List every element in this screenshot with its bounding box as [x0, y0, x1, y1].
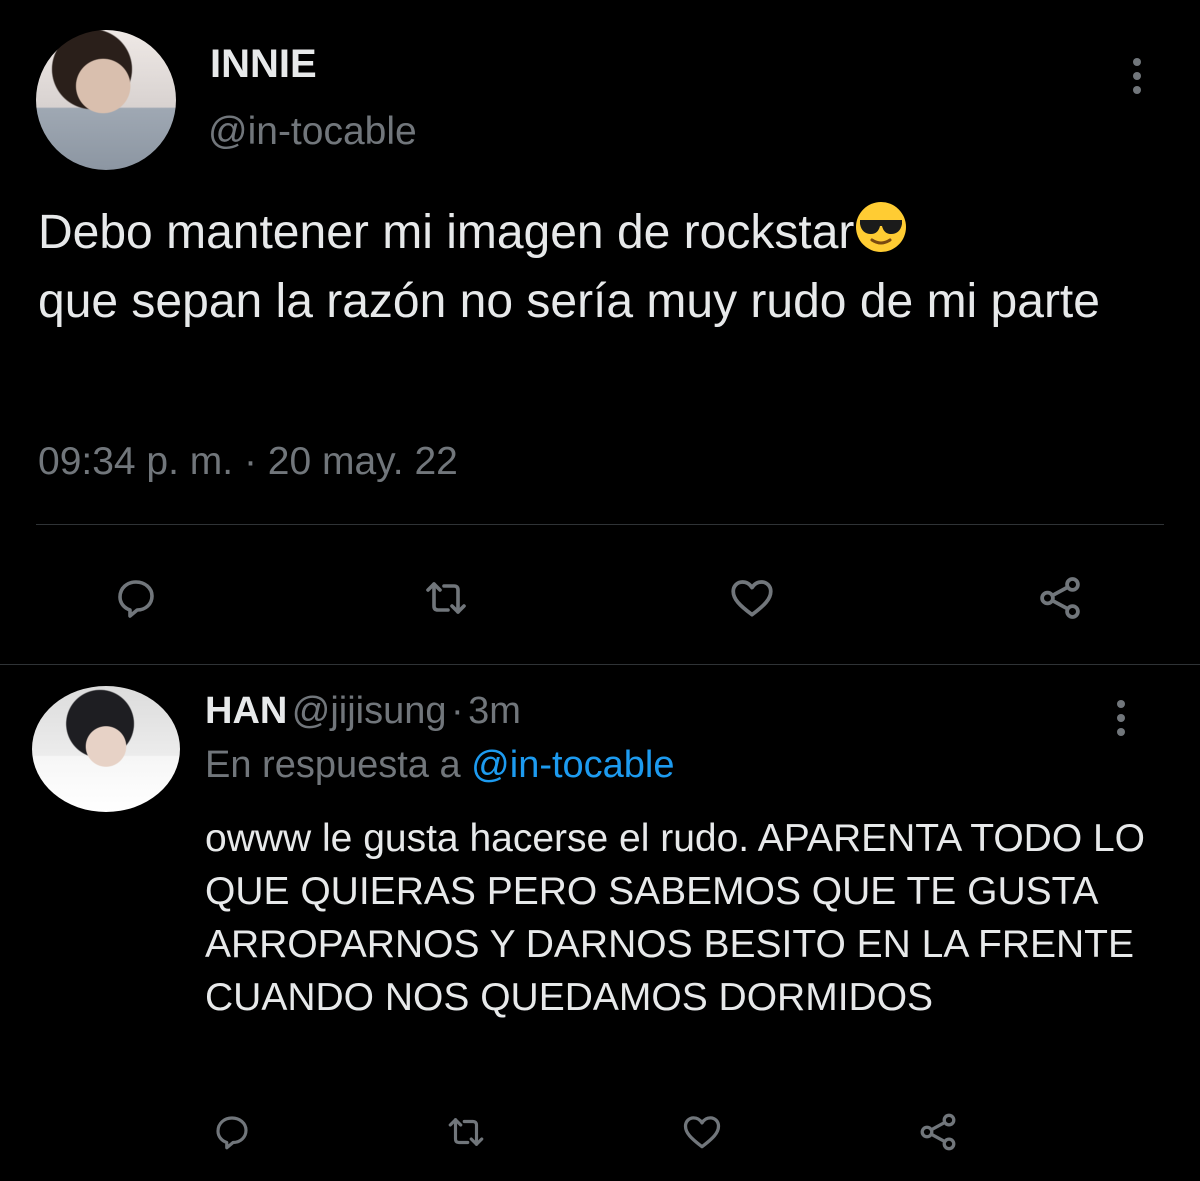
reply-icon[interactable]: [104, 566, 168, 630]
share-icon[interactable]: [912, 1106, 964, 1158]
reply-display-name[interactable]: HAN: [205, 690, 287, 732]
reply-time[interactable]: 3m: [468, 690, 521, 732]
avatar-innie[interactable]: [36, 30, 176, 170]
reply-separator: ·: [450, 690, 464, 732]
divider: [0, 664, 1200, 665]
tweet-text-line1: Debo mantener mi imagen de rockstar: [38, 206, 855, 259]
retweet-icon[interactable]: [414, 566, 478, 630]
avatar-han[interactable]: [32, 686, 180, 812]
reply-header: HAN @jijisung · 3m: [205, 690, 521, 733]
reply-text: owww le gusta hacerse el rudo. APARENTA …: [205, 817, 1146, 1019]
more-options-icon[interactable]: [1114, 700, 1128, 736]
author-display-name[interactable]: INNIE: [210, 42, 317, 87]
heart-icon[interactable]: [676, 1106, 728, 1158]
sunglasses-emoji-icon: [854, 200, 908, 270]
more-options-icon[interactable]: [1130, 58, 1144, 94]
tweet-text-rest: que sepan la razón no sería muy rudo de …: [38, 275, 1100, 328]
in-reply-to: En respuesta a @in-tocable: [205, 744, 675, 787]
share-icon[interactable]: [1028, 566, 1092, 630]
retweet-icon[interactable]: [440, 1106, 492, 1158]
in-reply-to-mention[interactable]: @in-tocable: [471, 744, 674, 786]
tweet-text: Debo mantener mi imagen de rockstar que …: [38, 200, 1168, 333]
reply-icon[interactable]: [206, 1106, 258, 1158]
reply-handle[interactable]: @jijisung: [292, 690, 447, 732]
in-reply-to-label: En respuesta a: [205, 744, 461, 786]
tweet-timestamp[interactable]: 09:34 p. m. · 20 may. 22: [38, 440, 458, 484]
author-handle[interactable]: @in-tocable: [208, 110, 417, 154]
divider: [36, 524, 1164, 525]
heart-icon[interactable]: [720, 566, 784, 630]
